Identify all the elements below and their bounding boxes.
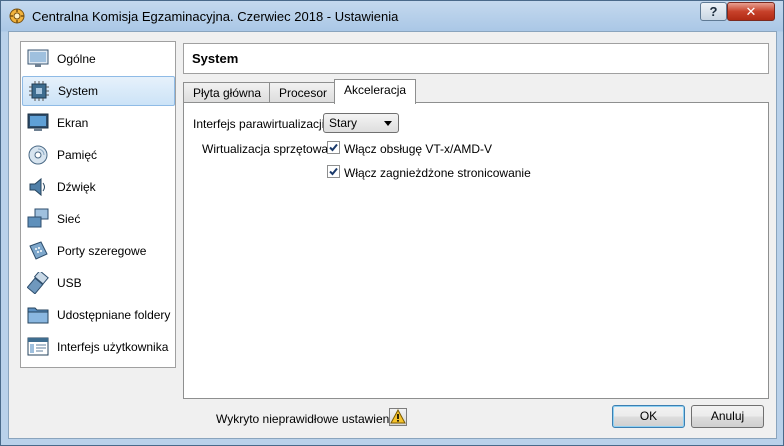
chevron-down-icon (384, 121, 392, 126)
tab-motherboard[interactable]: Płyta główna (183, 82, 272, 103)
tab-label: Płyta główna (193, 86, 262, 100)
sidebar-item-usb[interactable]: USB (22, 268, 175, 298)
sidebar-item-label: System (58, 84, 99, 98)
display-icon (26, 111, 50, 135)
invalid-settings-text: Wykryto nieprawidłowe ustawienia (216, 412, 399, 426)
sidebar-item-label: USB (57, 276, 82, 290)
sidebar-item-shared-folders[interactable]: Udostępniane foldery (22, 300, 175, 330)
serial-port-icon (26, 239, 50, 263)
usb-icon (26, 271, 50, 295)
paravirtualization-value: Stary (329, 116, 358, 130)
sidebar-item-storage[interactable]: Pamięć (22, 140, 175, 170)
vtx-checkbox[interactable] (327, 141, 340, 154)
sidebar-item-network[interactable]: Sieć (22, 204, 175, 234)
dialog-client-area: Ogólne System Ekran Pamięć Dźwięk Sieć P… (8, 31, 777, 439)
check-icon (329, 143, 338, 152)
speaker-icon (26, 175, 50, 199)
vtx-label[interactable]: Włącz obsługę VT-x/AMD-V (344, 142, 492, 156)
ok-button[interactable]: OK (612, 405, 685, 428)
sidebar-item-display[interactable]: Ekran (22, 108, 175, 138)
title-bar[interactable]: Centralna Komisja Egzaminacyjna. Czerwie… (1, 1, 783, 32)
nested-paging-label[interactable]: Włącz zagnieżdżone stronicowanie (344, 166, 531, 180)
settings-sidebar: Ogólne System Ekran Pamięć Dźwięk Sieć P… (20, 41, 176, 368)
sidebar-item-label: Pamięć (57, 148, 98, 162)
sidebar-item-system[interactable]: System (22, 76, 175, 106)
nested-paging-checkbox[interactable] (327, 165, 340, 178)
page-title: System (192, 51, 239, 66)
warning-button[interactable] (389, 408, 407, 426)
help-button[interactable]: ? (700, 2, 727, 21)
sidebar-item-label: Interfejs użytkownika (57, 340, 169, 354)
page-header: System (183, 43, 769, 74)
hardware-virtualization-label: Wirtualizacja sprzętowa: (202, 142, 332, 156)
paravirtualization-label: Interfejs parawirtualizacji: (193, 117, 328, 131)
tab-acceleration[interactable]: Akceleracja (334, 79, 417, 104)
user-interface-icon (26, 335, 50, 359)
sidebar-item-serial-ports[interactable]: Porty szeregowe (22, 236, 175, 266)
folder-icon (26, 303, 50, 327)
sidebar-item-label: Sieć (57, 212, 81, 226)
sidebar-item-user-interface[interactable]: Interfejs użytkownika (22, 332, 175, 362)
check-icon (329, 167, 338, 176)
tab-label: Procesor (279, 86, 328, 100)
sidebar-item-label: Udostępniane foldery (57, 308, 171, 322)
sidebar-item-label: Ogólne (57, 52, 96, 66)
paravirtualization-select[interactable]: Stary (323, 113, 399, 133)
chip-icon (27, 79, 51, 103)
disk-icon (26, 143, 50, 167)
window-title: Centralna Komisja Egzaminacyjna. Czerwie… (32, 9, 399, 24)
sidebar-item-audio[interactable]: Dźwięk (22, 172, 175, 202)
cancel-button[interactable]: Anuluj (691, 405, 764, 428)
close-button[interactable]: ✕ (727, 2, 775, 21)
sidebar-item-label: Porty szeregowe (57, 244, 147, 258)
sidebar-item-general[interactable]: Ogólne (22, 44, 175, 74)
warning-icon (390, 408, 406, 424)
acceleration-panel: Interfejs parawirtualizacji: Stary Wirtu… (183, 102, 769, 399)
tab-label: Akceleracja (344, 83, 407, 97)
tab-processor[interactable]: Procesor (269, 82, 338, 103)
sidebar-item-label: Ekran (57, 116, 89, 130)
virtualbox-app-icon (9, 8, 25, 24)
monitor-general-icon (26, 47, 50, 71)
network-icon (26, 207, 50, 231)
settings-window: Centralna Komisja Egzaminacyjna. Czerwie… (0, 0, 784, 446)
sidebar-item-label: Dźwięk (57, 180, 96, 194)
